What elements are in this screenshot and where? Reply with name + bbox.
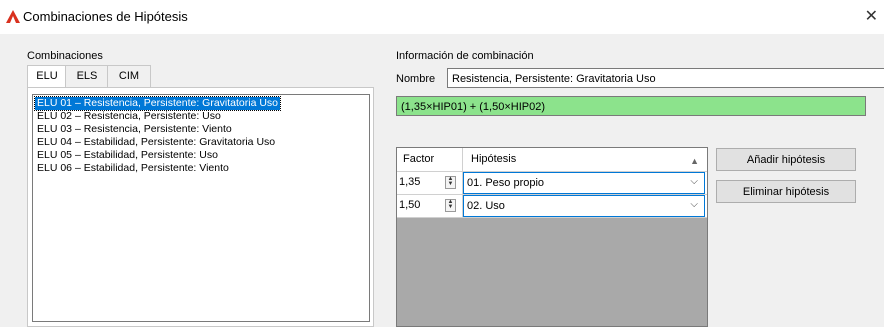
tab-panel: ELU 01 – Resistencia, Persistente: Gravi…: [27, 87, 374, 327]
remove-hypothesis-button[interactable]: Eliminar hipótesis: [716, 180, 856, 203]
list-item[interactable]: ELU 04 – Estabilidad, Persistente: Gravi…: [35, 136, 277, 149]
name-field[interactable]: Resistencia, Persistente: Gravitatoria U…: [447, 68, 884, 88]
column-header-hipotesis-label: Hipótesis: [471, 153, 517, 165]
title-bar: Combinaciones de Hipótesis ✕: [0, 0, 884, 34]
factor-value[interactable]: 1,50: [399, 199, 420, 211]
app-logo-icon: [6, 10, 20, 23]
hipotesis-value: 01. Peso propio: [467, 177, 545, 189]
hypotheses-grid: Factor Hipótesis ▲ 1,35 ▲ ▼ 01. Peso prop…: [396, 147, 708, 327]
tab-els[interactable]: ELS: [65, 65, 109, 88]
list-item[interactable]: ELU 01 – Resistencia, Persistente: Gravi…: [33, 96, 282, 111]
hipotesis-dropdown[interactable]: 01. Peso propio ⌵: [463, 172, 705, 194]
list-item[interactable]: ELU 03 – Resistencia, Persistente: Vient…: [35, 123, 234, 136]
factor-cell[interactable]: 1,35 ▲ ▼: [397, 172, 463, 194]
name-label: Nombre: [396, 73, 436, 85]
chevron-down-icon[interactable]: ⌵: [690, 199, 698, 210]
list-item[interactable]: ELU 06 – Estabilidad, Persistente: Vient…: [35, 162, 231, 175]
combinations-group-label: Combinaciones: [27, 50, 103, 62]
combinations-list[interactable]: ELU 01 – Resistencia, Persistente: Gravi…: [32, 94, 370, 322]
close-icon[interactable]: ✕: [865, 6, 878, 26]
hipotesis-dropdown[interactable]: 02. Uso ⌵: [463, 195, 705, 217]
hipotesis-value: 02. Uso: [467, 200, 505, 212]
combination-info-group-label: Información de combinación: [396, 50, 534, 62]
table-row: 1,35 ▲ ▼ 01. Peso propio ⌵: [397, 172, 707, 195]
sort-up-icon: ▲: [690, 156, 699, 166]
factor-cell[interactable]: 1,50 ▲ ▼: [397, 195, 463, 217]
add-hypothesis-button[interactable]: Añadir hipótesis: [716, 148, 856, 171]
tab-cim[interactable]: CIM: [107, 65, 151, 88]
list-item[interactable]: ELU 02 – Resistencia, Persistente: Uso: [35, 110, 223, 123]
spinner-up-down-icon[interactable]: ▲ ▼: [445, 176, 456, 189]
tab-elu[interactable]: ELU: [27, 65, 67, 89]
formula-display: (1,35×HIP01) + (1,50×HIP02): [396, 96, 866, 116]
spinner-up-down-icon[interactable]: ▲ ▼: [445, 199, 456, 212]
grid-header: Factor Hipótesis ▲: [397, 148, 707, 172]
column-header-hipotesis[interactable]: Hipótesis ▲: [463, 148, 707, 171]
table-row: 1,50 ▲ ▼ 02. Uso ⌵: [397, 195, 707, 218]
list-item[interactable]: ELU 05 – Estabilidad, Persistente: Uso: [35, 149, 220, 162]
chevron-down-icon[interactable]: ⌵: [690, 176, 698, 187]
window-title: Combinaciones de Hipótesis: [23, 9, 188, 24]
factor-value[interactable]: 1,35: [399, 176, 420, 188]
column-header-factor[interactable]: Factor: [397, 148, 463, 171]
